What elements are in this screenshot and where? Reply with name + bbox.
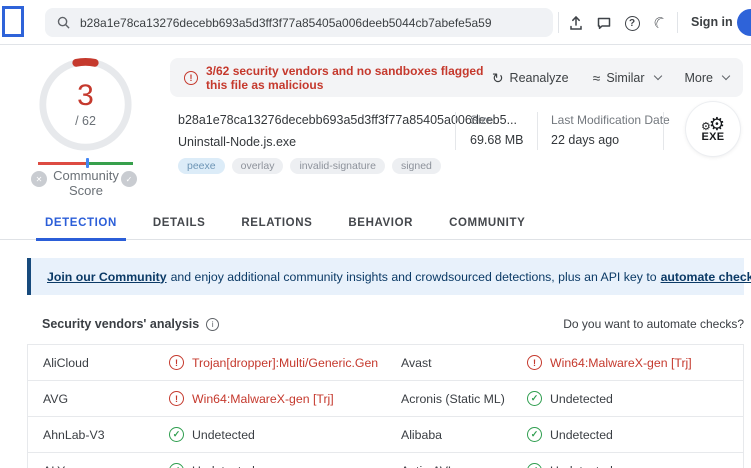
tag-invalid-signature[interactable]: invalid-signature [290,158,384,174]
tab-detection[interactable]: DETECTION [45,206,117,240]
vendor-name: AhnLab-V3 [28,428,169,442]
community-score-label: Community Score [45,168,127,199]
detections-total: / 62 [75,114,96,128]
similar-icon: ≈ [593,71,601,85]
automate-checks-link[interactable]: automate checks. [661,270,751,284]
vendor-name: Avast [401,356,527,370]
signup-button[interactable] [737,9,751,36]
similar-button[interactable]: ≈ Similar [593,71,661,85]
meta-divider [455,112,456,150]
vendor-name: ALYac [28,464,169,468]
status-icon: ! [169,391,184,406]
community-promo-banner: Join our Community and enjoy additional … [27,258,744,295]
tab-community[interactable]: COMMUNITY [449,206,525,240]
file-hash: b28a1e78ca13276decebb693a5d3ff3f77a85405… [178,113,517,127]
vendor-name: Antiy-AVL [401,464,527,468]
table-row: ALYac ✓ Undetected Antiy-AVL ✓ Undetecte… [28,453,743,468]
last-modification-label: Last Modification Date [551,113,670,127]
file-type-badge: ⚙⚙ EXE [686,102,740,156]
status-icon: ✓ [527,427,542,442]
promo-text: and enjoy additional community insights … [171,270,657,284]
file-type-label: EXE [702,131,725,143]
refresh-icon: ↻ [492,71,504,85]
tab-details[interactable]: DETAILS [153,206,206,240]
detection-alert-banner: ! 3/62 security vendors and no sandboxes… [170,58,743,97]
vendor-result: Undetected [192,464,255,468]
report-tabs: DETECTION DETAILS RELATIONS BEHAVIOR COM… [0,206,751,240]
upload-icon[interactable] [566,13,586,33]
size-label: Size [470,113,493,127]
automate-checks-question[interactable]: Do you want to automate checks? [563,317,744,331]
alert-icon: ! [184,71,198,85]
vendor-name: Alibaba [401,428,527,442]
vote-harmless-icon[interactable]: ✓ [121,171,137,187]
vendor-result: Undetected [550,464,613,468]
vendor-result: Win64:MalwareX-gen [Trj] [550,356,692,370]
alert-message: 3/62 security vendors and no sandboxes f… [206,64,492,92]
vendor-result: Undetected [550,392,613,406]
meta-divider [537,112,538,150]
info-icon[interactable]: i [206,318,219,331]
status-icon: ✓ [527,391,542,406]
chevron-down-icon [722,72,730,80]
vendor-name: AVG [28,392,169,406]
status-icon: ! [169,355,184,370]
community-score-marker [86,158,89,168]
sign-in-button[interactable]: Sign in [691,15,733,29]
status-icon: ✓ [169,427,184,442]
search-input[interactable] [80,16,541,30]
vendor-result: Win64:MalwareX-gen [Trj] [192,392,334,406]
table-row: AhnLab-V3 ✓ Undetected Alibaba ✓ Undetec… [28,417,743,453]
tag-peexe[interactable]: peexe [178,158,225,174]
vendor-name: Acronis (Static ML) [401,392,527,406]
top-bar: ? ☾ Sign in [0,0,751,45]
status-icon: ! [527,355,542,370]
chevron-down-icon [653,72,661,80]
table-row: AliCloud ! Trojan[dropper]:Multi/Generic… [28,345,743,381]
tab-relations[interactable]: RELATIONS [241,206,312,240]
size-value: 69.68 MB [470,133,524,147]
tag-signed[interactable]: signed [392,158,441,174]
header-divider [677,12,678,33]
tag-overlay[interactable]: overlay [232,158,284,174]
tab-behavior[interactable]: BEHAVIOR [348,206,413,240]
detections-count: 3 [77,81,94,111]
vendor-result: Undetected [550,428,613,442]
detection-score-ring: 3 / 62 [37,56,134,153]
file-name: Uninstall-Node.js.exe [178,135,296,149]
file-tags: peexe overlay invalid-signature signed [178,158,441,174]
status-icon: ✓ [527,463,542,468]
last-modification-value: 22 days ago [551,133,619,147]
comment-icon[interactable] [594,13,614,33]
dark-mode-icon[interactable]: ☾ [650,13,670,33]
virustotal-file-report-page: ? ☾ Sign in 3 / 62 ✕ Community Score ✓ !… [0,0,751,468]
search-bar[interactable] [45,8,553,37]
reanalyze-button[interactable]: ↻ Reanalyze [492,71,569,85]
table-row: AVG ! Win64:MalwareX-gen [Trj] Acronis (… [28,381,743,417]
search-icon [57,16,70,29]
vendor-name: AliCloud [28,356,169,370]
more-button[interactable]: More [685,71,729,85]
vendor-result: Undetected [192,428,255,442]
join-community-link[interactable]: Join our Community [47,270,167,284]
virustotal-logo[interactable] [2,6,24,37]
vendor-result: Trojan[dropper]:Multi/Generic.Gen [192,356,378,370]
status-icon: ✓ [169,463,184,468]
security-vendors-analysis-title: Security vendors' analysis i [42,317,219,331]
help-icon[interactable]: ? [622,13,642,33]
vendors-table: AliCloud ! Trojan[dropper]:Multi/Generic… [27,344,744,468]
meta-divider [663,112,664,150]
header-divider [558,12,559,33]
